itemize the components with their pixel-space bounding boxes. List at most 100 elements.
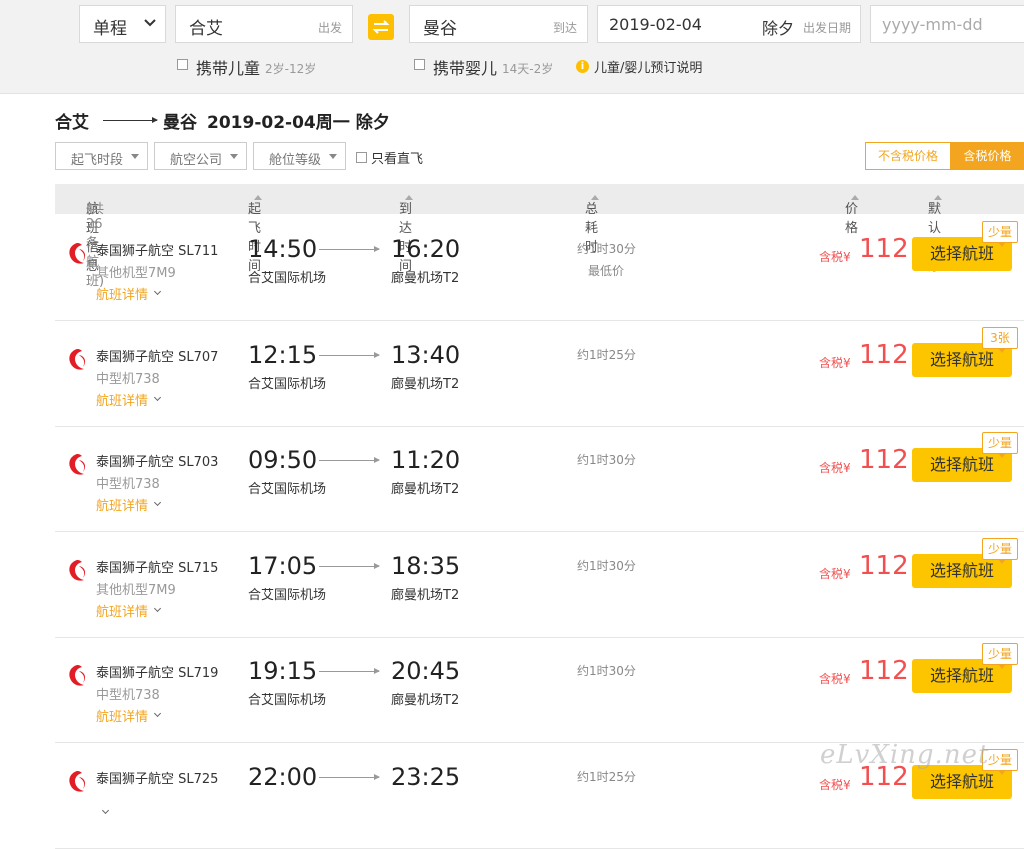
infant-label: 携带婴儿 xyxy=(433,59,498,78)
flight-duration: 约1时25分 xyxy=(577,348,636,362)
aircraft-model: 其他机型7M9 xyxy=(96,583,176,598)
seat-availability-badge: 少量 xyxy=(982,538,1018,564)
route-title: 合艾 曼谷 2019-02-04周一 除夕 xyxy=(55,108,390,133)
sort-duration[interactable]: 总耗时 xyxy=(585,191,599,255)
flight-row: 泰国狮子航空 SL703 中型机738 航班详情 09:50 合艾国际机场 11… xyxy=(55,426,1024,532)
swap-cities-button[interactable] xyxy=(368,14,394,40)
price-value: 112 xyxy=(859,234,909,264)
sort-depart-time[interactable]: 起飞时间 xyxy=(248,191,262,274)
price-label: 含税¥ xyxy=(819,250,851,264)
flight-duration: 约1时30分 xyxy=(577,559,636,573)
sort-default[interactable]: 默认排序 xyxy=(928,191,942,274)
aircraft-model: 中型机738 xyxy=(96,688,160,703)
flight-row: 泰国狮子航空 SL711 其他机型7M9 航班详情 14:50 合艾国际机场 1… xyxy=(55,215,1024,321)
return-date-placeholder: yyyy-mm-dd xyxy=(882,15,983,34)
chevron-down-icon xyxy=(101,806,110,815)
depart-airport: 合艾国际机场 xyxy=(248,588,327,603)
lion-air-logo-icon xyxy=(69,665,86,686)
flight-arrow-icon xyxy=(319,774,380,780)
chevron-down-icon xyxy=(153,287,162,296)
flight-detail-link[interactable]: 航班详情 xyxy=(96,601,162,620)
booking-note-label: 儿童/婴儿预订说明 xyxy=(594,61,703,76)
infant-checkbox[interactable] xyxy=(414,58,425,70)
direct-only-checkbox[interactable] xyxy=(356,152,367,163)
to-city-tag: 到达 xyxy=(552,21,577,35)
depart-airport: 合艾国际机场 xyxy=(248,482,327,497)
route-holiday: 除夕 xyxy=(355,113,390,133)
direct-only-option[interactable]: 只看直飞 xyxy=(356,148,423,167)
arrive-time: 20:45 xyxy=(391,657,461,685)
airline-name: 泰国狮子航空 SL703 xyxy=(96,455,219,470)
filter-cabin[interactable]: 舱位等级 xyxy=(253,142,346,170)
table-header: 航班信息(共26条航班) 起飞时间 到达时间 总耗时 价格 默认排序 xyxy=(55,184,1024,289)
filter-depart-time-label: 起飞时段 xyxy=(71,153,124,168)
flight-detail-link[interactable] xyxy=(96,806,110,815)
flight-detail-label: 航班详情 xyxy=(96,499,149,514)
sort-arrive-time[interactable]: 到达时间 xyxy=(399,191,413,274)
aircraft-model: 其他机型7M9 xyxy=(96,266,176,281)
route-from: 合艾 xyxy=(55,113,89,133)
swap-icon xyxy=(372,20,390,34)
flight-arrow-icon xyxy=(319,457,380,463)
depart-time: 14:50 xyxy=(248,235,318,263)
flight-detail-link[interactable]: 航班详情 xyxy=(96,706,162,725)
arrive-airport: 廊曼机场T2 xyxy=(391,271,460,286)
depart-time: 12:15 xyxy=(248,341,318,369)
lion-air-logo-icon xyxy=(69,454,86,475)
to-city-input[interactable]: 曼谷 到达 xyxy=(409,5,588,43)
booking-note-link[interactable]: i 儿童/婴儿预订说明 xyxy=(576,57,702,76)
arrive-airport: 廊曼机场T2 xyxy=(391,377,460,392)
child-age: 2岁-12岁 xyxy=(265,62,317,76)
arrive-time: 23:25 xyxy=(391,763,461,791)
depart-time: 09:50 xyxy=(248,446,318,474)
arrive-time: 18:35 xyxy=(391,552,461,580)
airline-name: 泰国狮子航空 SL707 xyxy=(96,350,219,365)
flight-duration: 约1时30分 xyxy=(577,664,636,678)
filter-depart-time[interactable]: 起飞时段 xyxy=(55,142,148,170)
from-city-value: 合艾 xyxy=(189,19,223,39)
child-label: 携带儿童 xyxy=(196,59,261,78)
flight-detail-link[interactable]: 航班详情 xyxy=(96,390,162,409)
flight-detail-link[interactable]: 航班详情 xyxy=(96,495,162,514)
trip-type-select[interactable]: 单程 xyxy=(79,5,166,43)
airline-name: 泰国狮子航空 SL711 xyxy=(96,244,219,259)
chevron-down-icon xyxy=(153,709,162,718)
lowest-price-tag: 最低价 xyxy=(588,264,625,278)
return-date-input[interactable]: yyyy-mm-dd xyxy=(870,5,1024,43)
chevron-down-icon xyxy=(153,498,162,507)
depart-airport: 合艾国际机场 xyxy=(248,693,327,708)
flight-arrow-icon xyxy=(319,668,380,674)
child-option[interactable]: 携带儿童 2岁-12岁 xyxy=(177,55,316,79)
dropdown-arrow-icon xyxy=(329,154,337,159)
to-city-value: 曼谷 xyxy=(423,19,457,39)
from-city-input[interactable]: 合艾 出发 xyxy=(175,5,353,43)
infant-age: 14天-2岁 xyxy=(502,62,554,76)
sort-price[interactable]: 价格 xyxy=(845,191,859,236)
depart-time: 22:00 xyxy=(248,763,318,791)
lion-air-logo-icon xyxy=(69,771,86,792)
info-icon: i xyxy=(576,60,589,73)
search-bar: 单程 合艾 出发 曼谷 到达 2019-02-04 除夕 出发日期 yyyy-m… xyxy=(0,0,1024,94)
flight-detail-label: 航班详情 xyxy=(96,394,149,409)
flight-detail-link[interactable]: 航班详情 xyxy=(96,284,162,303)
flight-detail-label: 航班详情 xyxy=(96,288,149,303)
infant-option[interactable]: 携带婴儿 14天-2岁 xyxy=(414,55,553,79)
dropdown-arrow-icon xyxy=(131,154,139,159)
direct-only-label: 只看直飞 xyxy=(371,152,424,167)
route-arrow-icon xyxy=(103,117,158,123)
depart-date-input[interactable]: 2019-02-04 除夕 出发日期 xyxy=(597,5,861,43)
aircraft-model: 中型机738 xyxy=(96,477,160,492)
depart-date-value: 2019-02-04 xyxy=(609,15,702,34)
flight-row: 泰国狮子航空 SL707 中型机738 航班详情 12:15 合艾国际机场 13… xyxy=(55,321,1024,427)
lion-air-logo-icon xyxy=(69,349,86,370)
tax-included-button[interactable]: 含税价格 xyxy=(950,143,1024,169)
tax-excluded-button[interactable]: 不含税价格 xyxy=(866,143,950,169)
depart-date-tag: 出发日期 xyxy=(802,21,851,35)
filter-airline[interactable]: 航空公司 xyxy=(154,142,247,170)
depart-airport: 合艾国际机场 xyxy=(248,377,327,392)
child-checkbox[interactable] xyxy=(177,58,188,70)
price-label: 含税¥ xyxy=(819,567,851,581)
flight-row: 泰国狮子航空 SL719 中型机738 航班详情 19:15 合艾国际机场 20… xyxy=(55,637,1024,743)
seat-availability-badge: 3张 xyxy=(982,327,1018,353)
arrive-time: 13:40 xyxy=(391,341,461,369)
